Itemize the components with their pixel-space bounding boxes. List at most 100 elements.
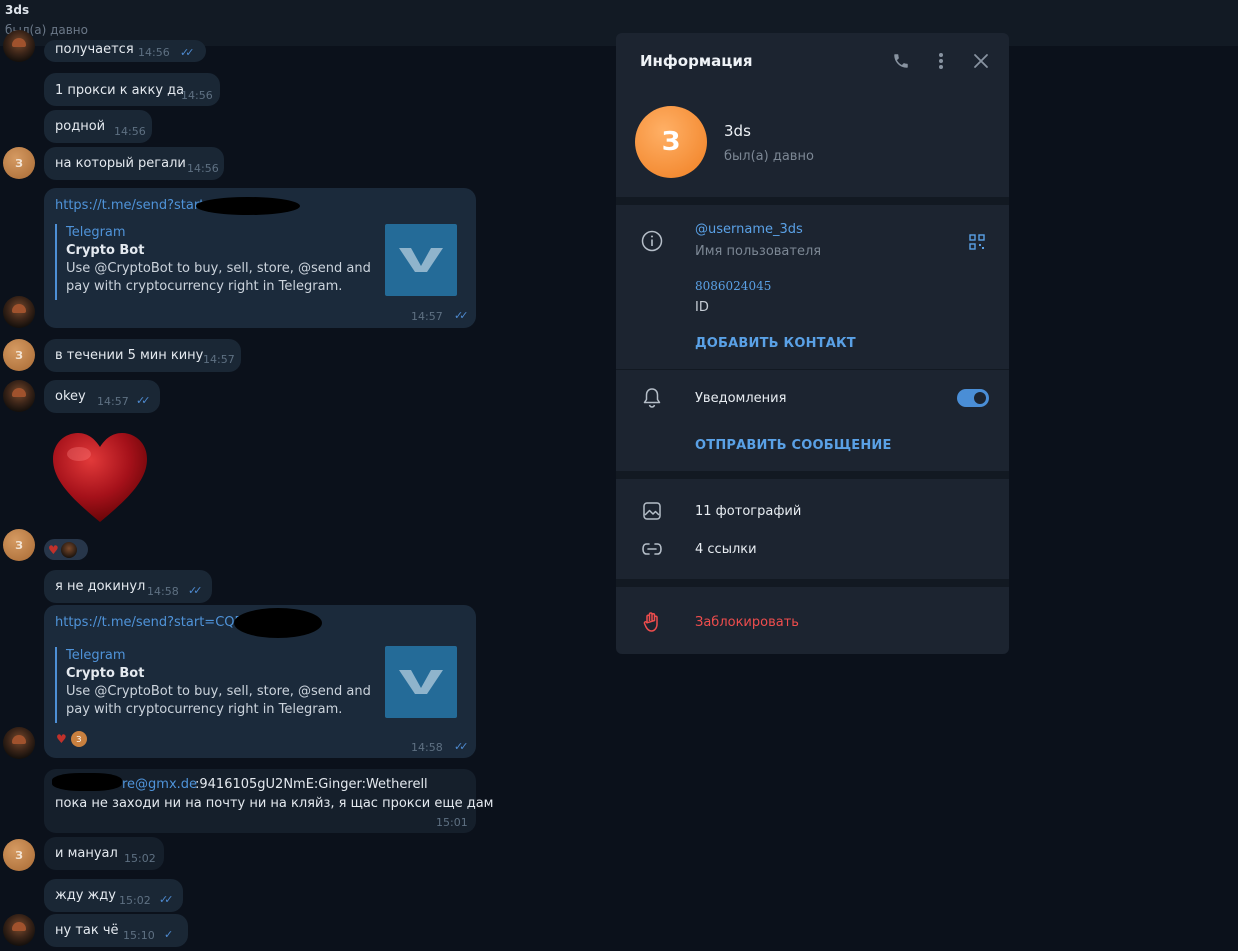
message-time: 14:58 xyxy=(147,585,179,598)
reactions[interactable]: ♥ З xyxy=(56,731,87,747)
email-link[interactable]: re@gmx.de xyxy=(122,777,197,792)
avatar[interactable] xyxy=(3,380,35,412)
profile-status: был(а) давно xyxy=(724,149,814,164)
redaction-mark xyxy=(52,773,122,791)
cryptobot-logo-icon xyxy=(399,248,443,272)
message-bubble[interactable]: на который регали 14:56 xyxy=(44,147,224,180)
message-time: 14:57 xyxy=(203,353,235,366)
bell-icon xyxy=(640,386,664,410)
preview-thumbnail[interactable] xyxy=(385,224,457,296)
reaction-badge[interactable]: ♥ xyxy=(44,539,88,560)
avatar[interactable] xyxy=(3,914,35,946)
photos-link[interactable]: 11 фотографий xyxy=(695,504,801,519)
qr-code-button[interactable] xyxy=(966,231,988,253)
message-link[interactable]: https://t.me/send?start=CQD xyxy=(55,615,245,630)
avatar[interactable]: З xyxy=(3,339,35,371)
read-ticks-icon: ✓✓ xyxy=(159,893,174,906)
block-hand-icon xyxy=(640,610,664,634)
message-text: :9416105gU2NmE:Ginger:Wetherell xyxy=(195,777,428,792)
redaction-mark xyxy=(196,197,300,215)
message-time: 14:57 xyxy=(411,310,443,323)
info-icon xyxy=(640,229,664,253)
message-text: получается xyxy=(55,42,134,57)
send-message-button[interactable]: ОТПРАВИТЬ СООБЩЕНИЕ xyxy=(695,438,892,453)
message-text: и мануал xyxy=(55,846,118,861)
message-link[interactable]: https://t.me/send?start xyxy=(55,198,204,213)
avatar[interactable] xyxy=(3,30,35,62)
close-button[interactable] xyxy=(970,50,992,72)
message-time: 14:56 xyxy=(138,46,170,59)
profile-avatar[interactable]: З xyxy=(635,106,707,178)
heart-icon: ♥ xyxy=(56,732,67,746)
chat-title: 3ds xyxy=(5,3,30,17)
link-message-bubble[interactable]: https://t.me/send?start Telegram Crypto … xyxy=(44,188,476,328)
heart-icon: ♥ xyxy=(48,542,59,557)
cryptobot-logo-icon xyxy=(399,670,443,694)
message-bubble[interactable]: re@gmx.de :9416105gU2NmE:Ginger:Wetherel… xyxy=(44,769,494,833)
row-divider xyxy=(616,369,1009,370)
username-label: Имя пользователя xyxy=(695,244,822,259)
section-divider xyxy=(616,197,1009,205)
reactor-avatar: З xyxy=(70,731,87,747)
message-text: 1 прокси к акку да xyxy=(55,83,185,98)
read-ticks-icon: ✓✓ xyxy=(136,394,151,407)
phone-icon xyxy=(894,54,908,68)
message-bubble[interactable]: и мануал 15:02 xyxy=(44,837,164,870)
avatar[interactable]: З xyxy=(3,147,35,179)
read-ticks-icon: ✓✓ xyxy=(180,46,195,59)
avatar[interactable] xyxy=(3,727,35,759)
user-id-value[interactable]: 8086024045 xyxy=(695,279,771,293)
message-text: родной xyxy=(55,119,106,134)
message-bubble[interactable]: получается 14:56 ✓✓ xyxy=(44,40,206,62)
info-panel: Информация З 3ds был(а) давно @username_… xyxy=(616,33,1009,654)
link-message-bubble[interactable]: https://t.me/send?start=CQD Telegram Cry… xyxy=(44,605,476,758)
avatar[interactable]: З xyxy=(3,529,35,561)
message-time: 14:56 xyxy=(181,89,213,102)
add-contact-button[interactable]: ДОБАВИТЬ КОНТАКТ xyxy=(695,336,856,351)
message-text: ну так чё xyxy=(55,923,119,938)
block-user-button[interactable]: Заблокировать xyxy=(695,615,799,630)
message-bubble[interactable]: 1 прокси к акку да 14:56 xyxy=(44,73,220,106)
avatar[interactable]: З xyxy=(3,839,35,871)
message-time: 15:10 xyxy=(123,929,155,942)
read-ticks-icon: ✓✓ xyxy=(454,740,469,753)
read-ticks-icon: ✓✓ xyxy=(454,309,469,322)
message-bubble[interactable]: жду жду 15:02 ✓✓ xyxy=(44,879,183,912)
read-ticks-icon: ✓✓ xyxy=(188,584,203,597)
panel-title: Информация xyxy=(640,52,753,70)
links-link[interactable]: 4 ссылки xyxy=(695,542,757,557)
message-time: 14:56 xyxy=(114,125,146,138)
message-time: 14:58 xyxy=(411,741,443,754)
message-time: 15:02 xyxy=(119,894,151,907)
message-text: жду жду xyxy=(55,888,116,903)
photo-icon xyxy=(640,499,664,523)
username-link[interactable]: @username_3ds xyxy=(695,222,803,237)
message-text: пока не заходи ни на почту ни на кляйз, … xyxy=(55,796,494,811)
notifications-label: Уведомления xyxy=(695,391,787,406)
more-button[interactable] xyxy=(930,50,952,72)
message-bubble[interactable]: я не докинул 14:58 ✓✓ xyxy=(44,570,212,603)
preview-description: Use @CryptoBot to buy, sell, store, @sen… xyxy=(66,684,371,717)
profile-name: 3ds xyxy=(724,122,751,140)
call-button[interactable] xyxy=(890,50,912,72)
section-divider xyxy=(616,579,1009,587)
link-icon xyxy=(640,537,664,561)
more-vertical-icon xyxy=(939,53,943,69)
message-bubble[interactable]: родной 14:56 xyxy=(44,110,152,143)
message-time: 14:57 xyxy=(97,395,129,408)
message-text: okey xyxy=(55,389,86,404)
section-divider xyxy=(616,471,1009,479)
avatar[interactable] xyxy=(3,296,35,328)
notifications-toggle[interactable] xyxy=(957,389,989,407)
message-time: 15:02 xyxy=(124,852,156,865)
message-time: 15:01 xyxy=(436,816,468,829)
message-text: на который регали xyxy=(55,156,186,171)
preview-thumbnail[interactable] xyxy=(385,646,457,718)
message-text: в течении 5 мин кину xyxy=(55,348,204,363)
message-text: я не докинул xyxy=(55,579,146,594)
message-bubble[interactable]: в течении 5 мин кину 14:57 xyxy=(44,339,241,372)
message-bubble[interactable]: okey 14:57 ✓✓ xyxy=(44,380,160,413)
message-time: 14:56 xyxy=(187,162,219,175)
message-bubble[interactable]: ну так чё 15:10 ✓ xyxy=(44,914,188,947)
heart-sticker[interactable] xyxy=(51,432,149,524)
